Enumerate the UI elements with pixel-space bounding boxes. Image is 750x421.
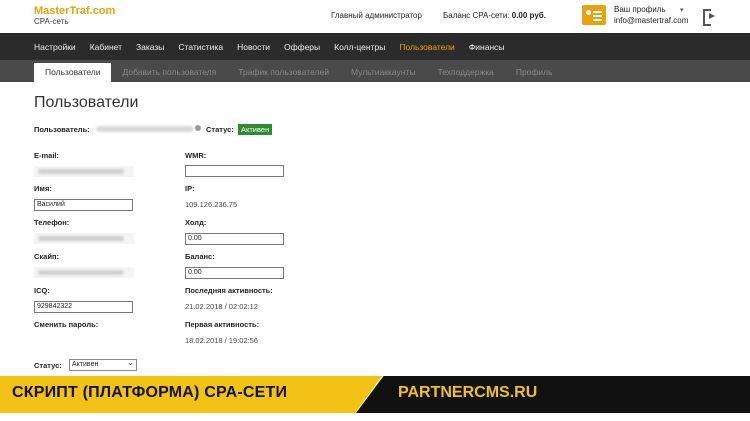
icq-label: ICQ: [34,286,50,295]
user-email-redacted [96,126,194,132]
profile-email: info@mastertraf.com [614,16,689,25]
nav-item-offers[interactable]: Офферы [284,42,320,52]
wmr-label: WMR: [185,151,207,160]
page-title: Пользователи [34,94,139,111]
first-activity-label: Первая активность: [185,320,260,329]
avatar [195,125,201,131]
profile-card-icon[interactable] [582,5,606,25]
tab-profile[interactable]: Профиль [505,63,564,82]
user-label: Пользователь: [34,125,90,134]
name-label: Имя: [34,184,52,193]
name-field[interactable]: Василий [34,199,133,211]
last-activity-label: Последняя активность: [185,286,273,295]
skype-label: Скайп: [34,252,59,261]
nav-item-users[interactable]: Пользователи [399,42,454,52]
ip-value: 109.126.236.75 [185,200,238,209]
skype-field[interactable] [34,267,134,278]
last-activity-value: 21.02.2018 / 02:02:12 [185,302,258,311]
profile-link[interactable]: Ваш профиль [614,5,666,14]
hold-label: Холд: [185,218,207,227]
promo-banner-left-text: СКРИПТ (ПЛАТФОРМА) CPA-СЕТИ [12,384,288,401]
status-select[interactable]: Активен [69,358,137,371]
nav-item-cabinet[interactable]: Кабинет [90,42,122,52]
bottom-strip [0,413,750,421]
balance-label: Баланс: [185,252,215,261]
page: MasterTraf.com CPA-сеть Главный админист… [0,0,750,421]
icq-field[interactable]: 929842322 [34,301,133,313]
logout-icon[interactable] [703,9,717,26]
promo-banner-right-text: PARTNERCMS.RU [398,384,538,401]
main-nav: Настройки Кабинет Заказы Статистика Ново… [0,33,750,60]
ip-label: IP: [185,184,195,193]
tab-support[interactable]: Техподдержка [427,63,505,82]
status-badge: Активен [238,124,273,135]
chevron-down-icon[interactable]: ▾ [680,6,684,14]
brand-subtitle: CPA-сеть [34,17,69,26]
admin-role: Главный администратор [331,11,422,20]
status-select-label: Статус: [34,361,62,370]
balance-value: 0.00 руб. [511,11,546,20]
balance-label: Баланс CPA-сети: [443,11,510,20]
phone-label: Телефон: [34,218,70,227]
email-field[interactable] [34,166,134,177]
balance-field[interactable]: 0.00 [185,267,284,279]
phone-field[interactable] [34,233,134,244]
nav-item-orders[interactable]: Заказы [136,42,164,52]
email-label: E-mail: [34,151,60,160]
wmr-field[interactable] [185,165,284,177]
brand-logo[interactable]: MasterTraf.com [34,5,115,17]
top-bar: MasterTraf.com CPA-сеть Главный админист… [0,0,750,33]
nav-item-settings[interactable]: Настройки [34,42,76,52]
hold-field[interactable]: 0.00 [185,233,284,245]
change-password-label: Сменить пароль: [34,320,99,329]
nav-item-statistics[interactable]: Статистика [178,42,223,52]
sub-nav: Пользователи Добавить пользователя Трафи… [0,60,750,82]
tab-multiaccounts[interactable]: Мультиаккаунты [340,63,427,82]
nav-item-finance[interactable]: Финансы [469,42,505,52]
tab-add-user[interactable]: Добавить пользователя [111,63,227,82]
tab-users[interactable]: Пользователи [34,63,112,82]
nav-item-call-centers[interactable]: Колл-центры [334,42,385,52]
status-label: Статус: [206,125,234,134]
nav-item-news[interactable]: Новости [237,42,270,52]
network-balance: Баланс CPA-сети: 0.00 руб. [443,11,546,20]
tab-user-traffic[interactable]: Трафик пользователей [227,63,340,82]
first-activity-value: 18.02.2018 / 19:02:56 [185,336,258,345]
